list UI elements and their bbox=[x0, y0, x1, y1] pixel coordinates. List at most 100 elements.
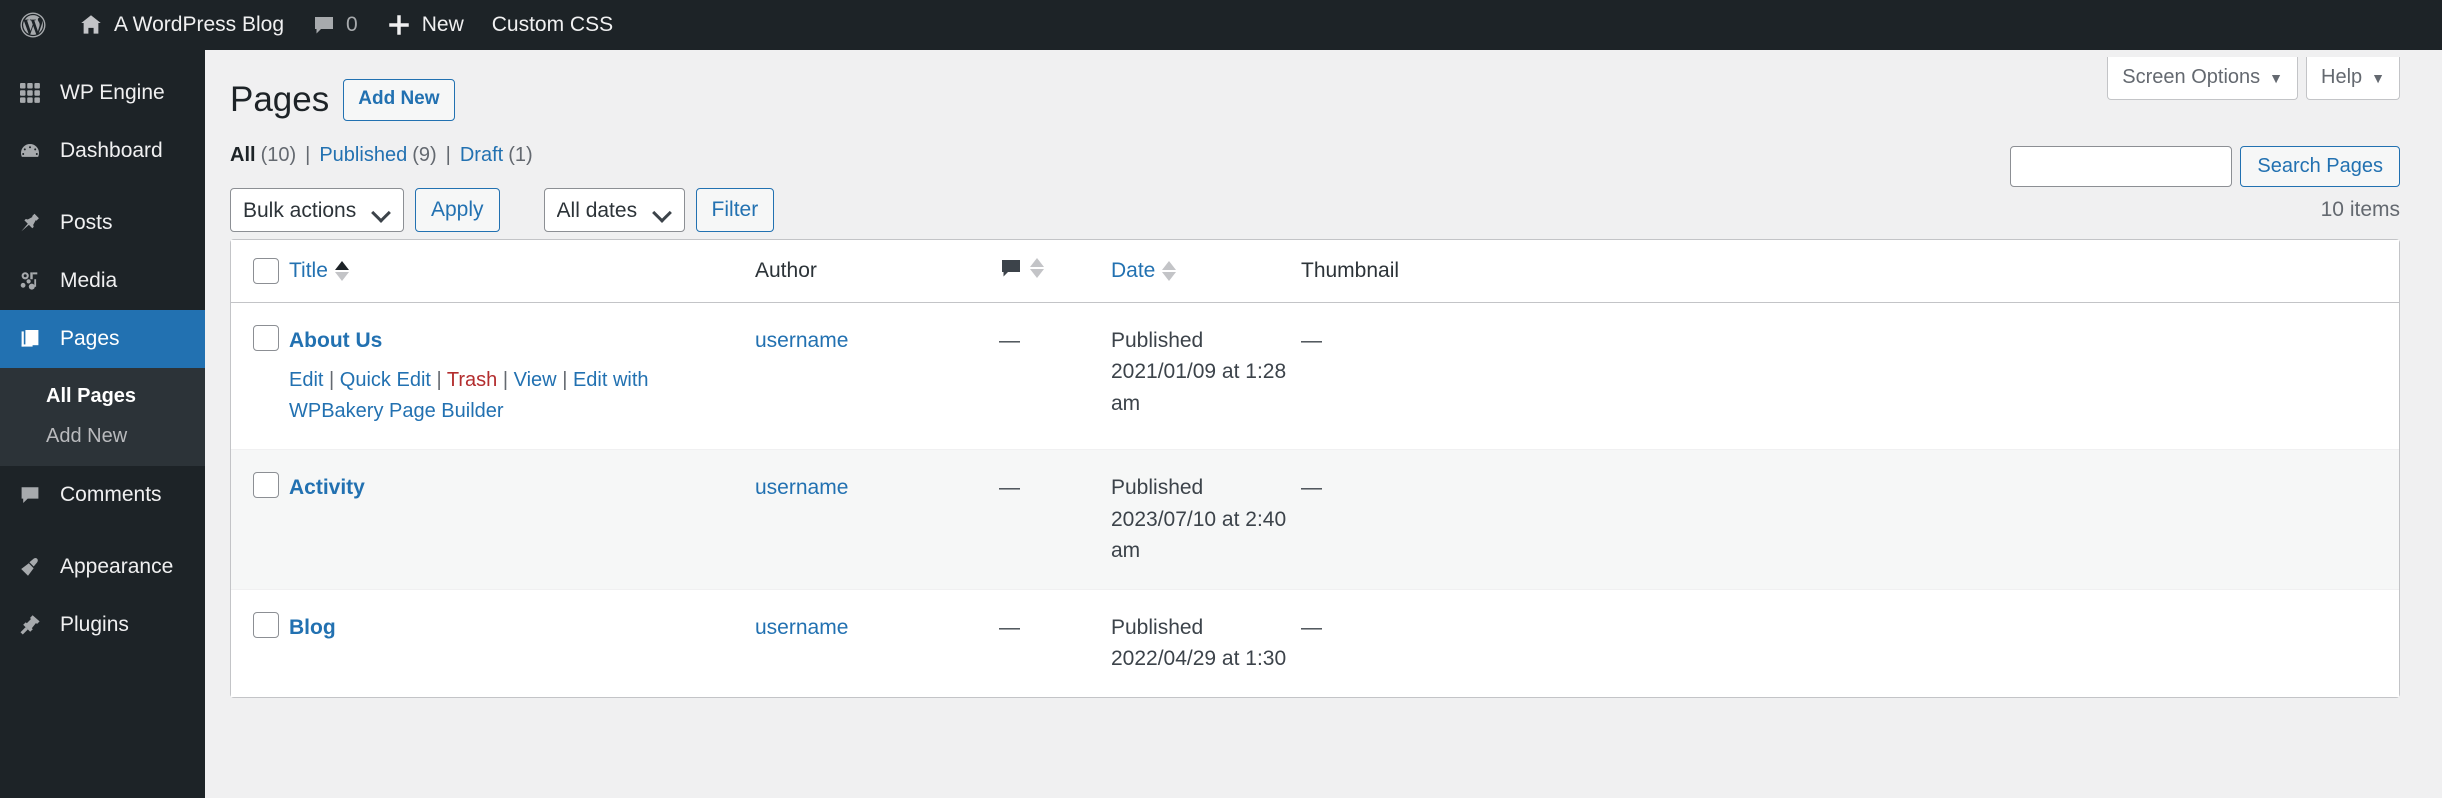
page-title-link[interactable]: Activity bbox=[289, 476, 365, 499]
paintbrush-icon bbox=[10, 555, 50, 579]
column-title-label: Title bbox=[289, 258, 328, 282]
table-row: Activity username — Published 2023/07/10… bbox=[231, 449, 2399, 589]
date-filter-wrapper: All dates bbox=[543, 187, 685, 232]
site-name-menu[interactable]: A WordPress Blog bbox=[64, 0, 298, 50]
sort-descending-icon bbox=[1162, 271, 1177, 281]
sidebar-item-comments[interactable]: Comments bbox=[0, 466, 205, 524]
sort-ascending-icon bbox=[334, 260, 349, 270]
table-body: About Us Edit | Quick Edit | Trash | Vie… bbox=[231, 302, 2399, 697]
table-navigation-top: Bulk actions Apply All dates Filter 10 i… bbox=[230, 185, 2400, 235]
wordpress-logo-menu[interactable] bbox=[0, 0, 64, 50]
sidebar-item-dashboard[interactable]: Dashboard bbox=[0, 122, 205, 180]
column-date-label: Date bbox=[1111, 258, 1156, 282]
sort-arrows-icon bbox=[1030, 257, 1044, 278]
sort-by-date-link[interactable]: Date bbox=[1111, 258, 1177, 283]
row-checkbox[interactable] bbox=[253, 611, 279, 638]
plug-icon bbox=[10, 613, 50, 637]
sidebar-item-label: Comments bbox=[60, 483, 162, 506]
screen-options-button[interactable]: Screen Options ▼ bbox=[2107, 57, 2298, 100]
row-select-cell bbox=[231, 303, 289, 450]
date-status: Published bbox=[1111, 615, 1204, 639]
sort-descending-icon bbox=[334, 271, 349, 281]
filter-published-count: (9) bbox=[412, 143, 437, 166]
row-title-cell: Activity bbox=[289, 449, 755, 589]
sidebar-item-plugins[interactable]: Plugins bbox=[0, 596, 205, 654]
row-action-trash[interactable]: Trash bbox=[447, 369, 497, 391]
submenu-item-add-new[interactable]: Add New bbox=[0, 416, 205, 456]
date-status: Published bbox=[1111, 476, 1204, 499]
page-title-link[interactable]: About Us bbox=[289, 329, 382, 352]
submenu-item-label: Add New bbox=[46, 425, 128, 447]
media-camera-icon bbox=[10, 269, 50, 293]
apply-button[interactable]: Apply bbox=[415, 187, 500, 232]
row-action-quick-edit[interactable]: Quick Edit bbox=[340, 369, 431, 391]
new-content-menu[interactable]: New bbox=[372, 0, 478, 50]
sidebar-item-label: Media bbox=[60, 269, 118, 292]
row-comments-cell: — bbox=[999, 449, 1111, 589]
main-content-area: Screen Options ▼ Help ▼ Pages Add New Al… bbox=[205, 50, 2442, 798]
row-date-cell: Published 2021/01/09 at 1:28 am bbox=[1111, 303, 1301, 450]
select-all-checkbox[interactable] bbox=[253, 257, 279, 284]
row-thumbnail-cell: — bbox=[1301, 588, 2399, 697]
author-link[interactable]: username bbox=[755, 616, 848, 639]
row-checkbox[interactable] bbox=[253, 324, 279, 351]
date-value: 2022/04/29 at 1:30 bbox=[1111, 647, 1287, 670]
comments-menu[interactable]: 0 bbox=[298, 0, 372, 50]
sidebar-item-appearance[interactable]: Appearance bbox=[0, 538, 205, 596]
sidebar-item-label: Plugins bbox=[60, 613, 129, 636]
pages-list-table: Title Author Date Thumbnail About Us Edi… bbox=[230, 238, 2400, 698]
column-header-date[interactable]: Date bbox=[1111, 239, 1301, 303]
chevron-down-icon: ▼ bbox=[2269, 69, 2283, 86]
date-filter-select[interactable]: All dates bbox=[543, 187, 685, 232]
row-comments-cell: — bbox=[999, 303, 1111, 450]
date-value: 2021/01/09 at 1:28 am bbox=[1111, 360, 1287, 415]
page-header: Pages Add New bbox=[230, 50, 2400, 123]
dashboard-gauge-icon bbox=[10, 139, 50, 163]
table-row: About Us Edit | Quick Edit | Trash | Vie… bbox=[231, 302, 2399, 450]
page-title: Pages bbox=[230, 80, 330, 119]
comment-bubble-icon bbox=[999, 256, 1023, 280]
bulk-actions-select[interactable]: Bulk actions bbox=[230, 187, 404, 232]
sort-by-title-link[interactable]: Title bbox=[289, 259, 349, 283]
row-author-cell: username bbox=[755, 303, 999, 450]
admin-sidebar-menu: WP Engine Dashboard Posts Media Pages Al… bbox=[0, 50, 213, 798]
thumbnail-value: — bbox=[1301, 476, 1322, 499]
pages-submenu: All Pages Add New bbox=[0, 368, 205, 466]
custom-css-menu[interactable]: Custom CSS bbox=[478, 0, 627, 50]
filter-separator: | bbox=[445, 143, 451, 166]
menu-spacer-top bbox=[0, 50, 205, 64]
author-link[interactable]: username bbox=[755, 476, 848, 499]
column-header-title[interactable]: Title bbox=[289, 239, 755, 303]
sidebar-item-pages[interactable]: Pages bbox=[0, 310, 213, 368]
home-icon bbox=[78, 12, 104, 38]
submenu-item-all-pages[interactable]: All Pages bbox=[0, 376, 205, 416]
row-thumbnail-cell: — bbox=[1301, 303, 2399, 450]
search-pages-button[interactable]: Search Pages bbox=[2240, 146, 2400, 187]
filter-draft-link[interactable]: Draft bbox=[460, 144, 503, 167]
comment-bubble-icon bbox=[10, 483, 50, 507]
sidebar-item-posts[interactable]: Posts bbox=[0, 194, 205, 252]
thumbnail-value: — bbox=[1301, 615, 1322, 639]
row-action-edit[interactable]: Edit bbox=[289, 369, 323, 391]
sidebar-item-media[interactable]: Media bbox=[0, 252, 205, 310]
filter-published-link[interactable]: Published bbox=[319, 144, 407, 167]
admin-bar: A WordPress Blog 0 New Custom CSS bbox=[0, 0, 2442, 50]
menu-separator bbox=[0, 180, 205, 194]
filter-all-link[interactable]: All bbox=[230, 144, 256, 167]
column-header-thumbnail: Thumbnail bbox=[1301, 239, 2399, 303]
custom-css-label: Custom CSS bbox=[491, 13, 614, 36]
search-input[interactable] bbox=[2010, 146, 2233, 187]
page-title-link[interactable]: Blog bbox=[289, 616, 336, 639]
help-button[interactable]: Help ▼ bbox=[2306, 57, 2400, 100]
sort-by-comments-link[interactable] bbox=[999, 256, 1044, 280]
column-header-comments[interactable] bbox=[999, 239, 1111, 303]
filter-all: All (10) bbox=[230, 144, 296, 167]
author-link[interactable]: username bbox=[755, 329, 848, 352]
filter-button[interactable]: Filter bbox=[695, 187, 775, 232]
row-checkbox[interactable] bbox=[253, 472, 279, 498]
row-action-view[interactable]: View bbox=[514, 369, 557, 391]
add-new-button[interactable]: Add New bbox=[343, 78, 455, 121]
new-label: New bbox=[421, 13, 464, 36]
submenu-item-label: All Pages bbox=[46, 385, 137, 407]
sidebar-item-wp-engine[interactable]: WP Engine bbox=[0, 64, 205, 122]
